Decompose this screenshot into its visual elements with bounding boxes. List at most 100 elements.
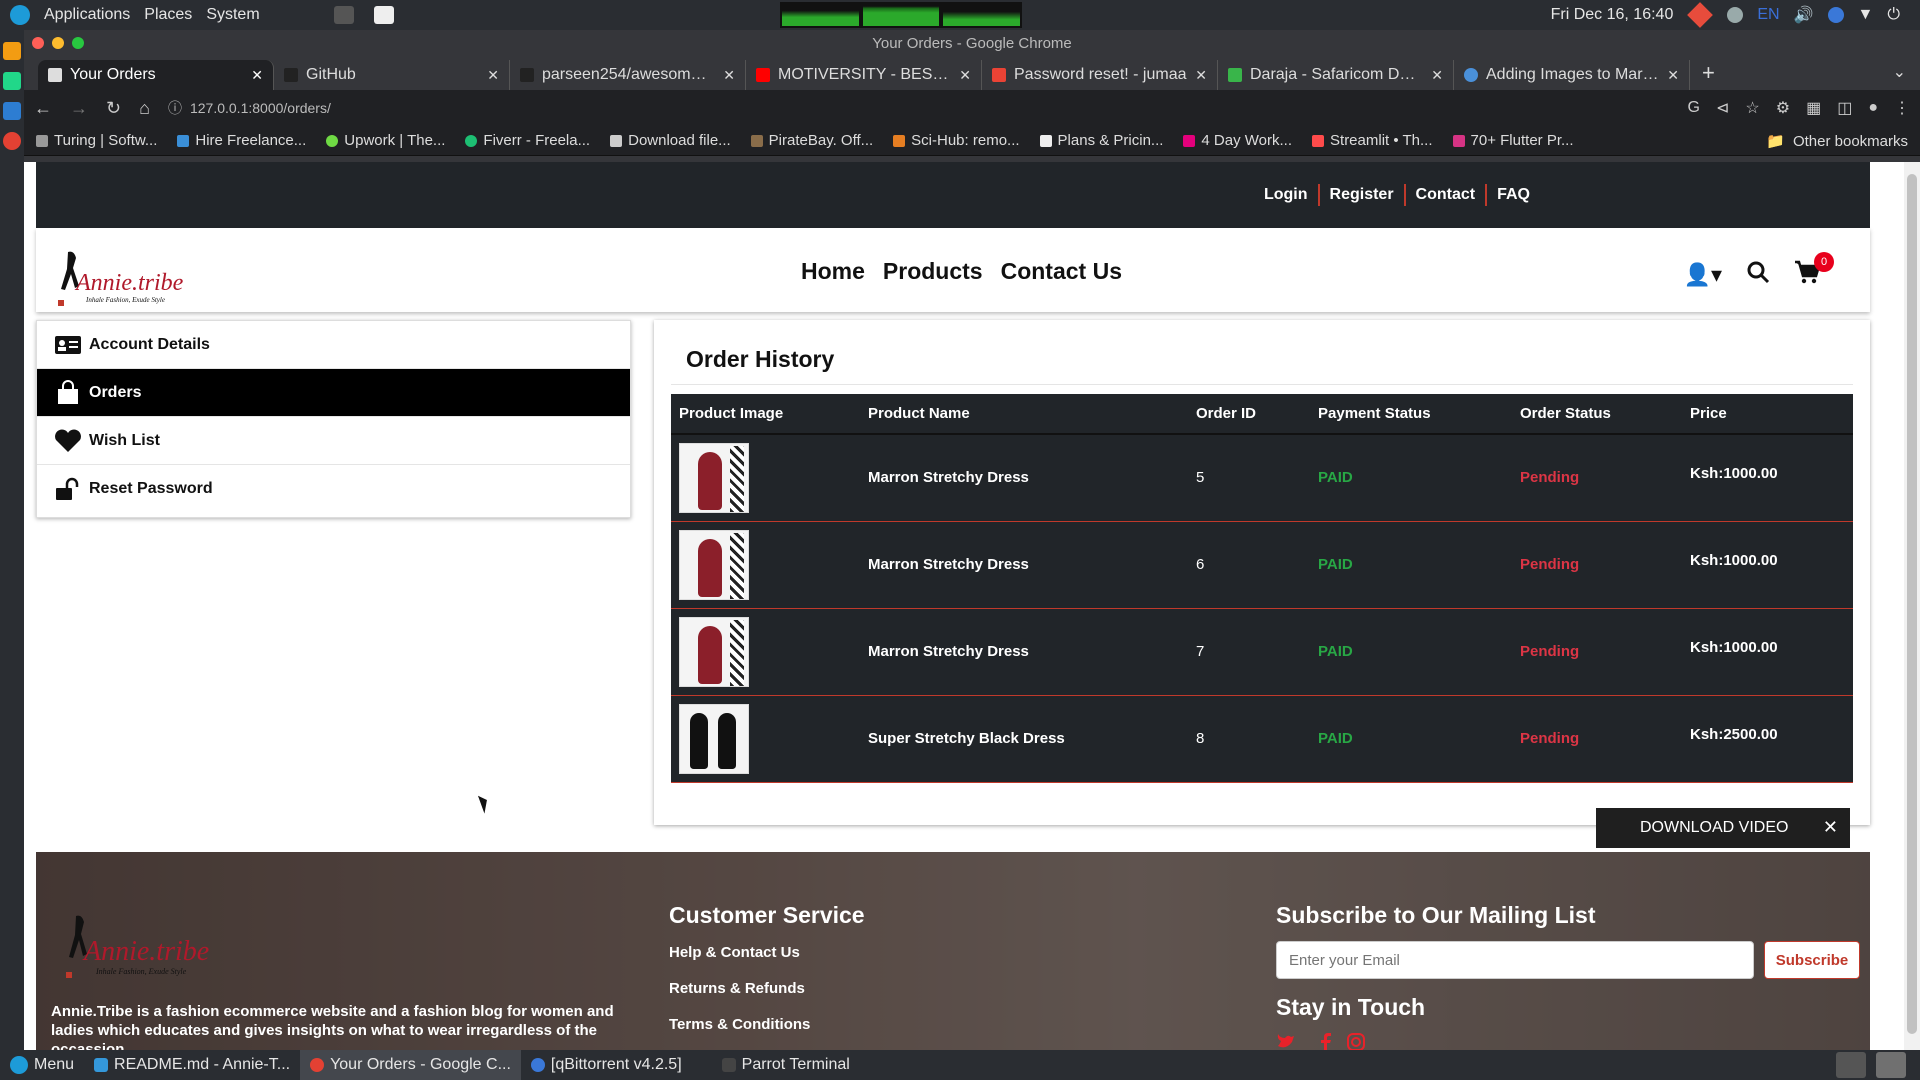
close-tab-icon[interactable]: ✕	[1431, 67, 1443, 84]
close-icon[interactable]: ✕	[1823, 817, 1838, 838]
google-lens-icon[interactable]: G	[1688, 99, 1700, 117]
taskbar-vscode[interactable]: README.md - Annie-T...	[84, 1050, 300, 1080]
faq-link[interactable]: FAQ	[1487, 184, 1540, 206]
bookmark-piratebay[interactable]: PirateBay. Off...	[750, 132, 873, 149]
bookmark-fiverr[interactable]: Fiverr - Freela...	[465, 132, 590, 149]
download-video-label[interactable]: DOWNLOAD VIDEO	[1640, 819, 1788, 837]
bookmark-turing[interactable]: Turing | Softw...	[36, 132, 157, 149]
product-thumbnail[interactable]	[679, 703, 749, 774]
contact-link[interactable]: Contact	[1406, 184, 1488, 206]
search-icon[interactable]	[1746, 260, 1770, 289]
tab-motiversity[interactable]: MOTIVERSITY - BEST C ✕	[746, 60, 982, 90]
new-tab-button[interactable]: +	[1690, 60, 1727, 90]
reload-icon[interactable]: ↻	[106, 98, 121, 119]
anydesk-tray-icon[interactable]	[1687, 2, 1714, 28]
sublime-dock-icon[interactable]	[3, 42, 21, 60]
chrome-dock-icon[interactable]	[3, 132, 21, 150]
tab-your-orders[interactable]: Your Orders ✕	[38, 60, 274, 90]
volume-icon[interactable]: 🔊	[1794, 5, 1814, 25]
os-menu-places[interactable]: Places	[144, 6, 192, 24]
text-editor-launcher-icon[interactable]	[373, 6, 394, 24]
subscribe-button[interactable]: Subscribe	[1764, 941, 1860, 979]
close-tab-icon[interactable]: ✕	[487, 67, 499, 84]
bookmark-hire-freelance[interactable]: Hire Freelance...	[177, 132, 306, 149]
page-scrollbar[interactable]	[1904, 162, 1920, 1050]
bookmark-download-file[interactable]: Download file...	[610, 132, 731, 149]
forward-icon[interactable]: →	[70, 98, 88, 119]
twitter-icon[interactable]	[1276, 1032, 1296, 1050]
wifi-icon[interactable]: ▼	[1858, 6, 1874, 24]
taskbar-qbittorrent[interactable]: [qBittorrent v4.2.5]	[521, 1050, 692, 1080]
bluetooth-icon[interactable]	[1727, 7, 1744, 23]
terms-conditions-link[interactable]: Terms & Conditions	[669, 1016, 810, 1033]
sidebar-item-wish-list[interactable]: Wish List	[37, 417, 630, 465]
bookmark-star-icon[interactable]: ☆	[1745, 98, 1759, 118]
close-tab-icon[interactable]: ✕	[1667, 67, 1679, 84]
login-link[interactable]: Login	[1254, 184, 1320, 206]
workspace-1-icon[interactable]	[1836, 1052, 1866, 1078]
tab-github[interactable]: GitHub ✕	[274, 60, 510, 90]
nav-contact-us[interactable]: Contact Us	[1001, 258, 1122, 285]
tab-parseen[interactable]: parseen254/awesome-ru ✕	[510, 60, 746, 90]
register-link[interactable]: Register	[1320, 184, 1406, 206]
email-subscribe-input[interactable]	[1276, 941, 1754, 979]
close-tab-icon[interactable]: ✕	[723, 67, 735, 84]
address-bar[interactable]: ⓘ 127.0.0.1:8000/orders/	[167, 94, 1670, 122]
os-clock[interactable]: Fri Dec 16, 16:40	[1551, 6, 1674, 24]
annie-tribe-logo[interactable]: Annie.tribe Inhale Fashion, Exude Style	[54, 248, 194, 308]
home-icon[interactable]: ⌂	[139, 98, 150, 119]
bookmark-scihub[interactable]: Sci-Hub: remo...	[893, 132, 1020, 149]
site-info-icon[interactable]: ⓘ	[168, 98, 182, 118]
side-panel-icon[interactable]: ◫	[1837, 98, 1852, 118]
tab-password-reset[interactable]: Password reset! - jumaa ✕	[982, 60, 1218, 90]
taskbar-menu[interactable]: Menu	[0, 1050, 84, 1080]
product-thumbnail[interactable]	[679, 442, 749, 513]
extensions-puzzle-icon[interactable]: ▦	[1806, 98, 1821, 118]
facebook-icon[interactable]	[1316, 1032, 1336, 1050]
close-window-button[interactable]	[32, 37, 44, 49]
power-icon[interactable]: ⏻	[1887, 6, 1900, 24]
os-menu-system[interactable]: System	[206, 6, 259, 24]
bookmark-plans-pricing[interactable]: Plans & Pricin...	[1039, 132, 1163, 149]
nav-products[interactable]: Products	[883, 258, 983, 285]
cart-icon[interactable]: 0	[1794, 252, 1834, 289]
sidebar-item-account-details[interactable]: Account Details	[37, 321, 630, 369]
keyboard-layout[interactable]: EN	[1757, 6, 1779, 24]
qbittorrent-tray-icon[interactable]	[1827, 7, 1844, 23]
sidebar-item-orders[interactable]: Orders	[37, 369, 630, 417]
tab-search-chevron-icon[interactable]: ⌄	[1893, 62, 1906, 82]
profile-avatar-icon[interactable]: ●	[1868, 99, 1878, 117]
footer-logo[interactable]: Annie.tribe Inhale Fashion, Exude Style	[60, 912, 220, 982]
other-bookmarks[interactable]: 📁 Other bookmarks	[1766, 132, 1908, 151]
nav-home[interactable]: Home	[801, 258, 865, 285]
tab-daraja[interactable]: Daraja - Safaricom Deve ✕	[1218, 60, 1454, 90]
close-tab-icon[interactable]: ✕	[959, 67, 971, 84]
bookmark-streamlit[interactable]: Streamlit • Th...	[1312, 132, 1433, 149]
help-contact-link[interactable]: Help & Contact Us	[669, 944, 800, 961]
maximize-window-button[interactable]	[72, 37, 84, 49]
tab-adding-images[interactable]: Adding Images to Markd ✕	[1454, 60, 1690, 90]
download-video-popup[interactable]: DOWNLOAD VIDEO ✕	[1596, 808, 1850, 848]
product-thumbnail[interactable]	[679, 529, 749, 600]
close-tab-icon[interactable]: ✕	[1195, 67, 1207, 84]
scrollbar-thumb[interactable]	[1907, 174, 1917, 1034]
bookmark-4-day-work[interactable]: 4 Day Work...	[1183, 132, 1292, 149]
url-text[interactable]: 127.0.0.1:8000/orders/	[190, 100, 331, 116]
terminal-launcher-icon[interactable]	[333, 6, 354, 24]
instagram-icon[interactable]	[1346, 1032, 1366, 1050]
close-tab-icon[interactable]: ✕	[251, 67, 263, 84]
returns-refunds-link[interactable]: Returns & Refunds	[669, 980, 805, 997]
extension-icon[interactable]: ⚙	[1776, 98, 1790, 118]
product-thumbnail[interactable]	[679, 616, 749, 687]
sidebar-item-reset-password[interactable]: Reset Password	[37, 465, 630, 513]
minimize-window-button[interactable]	[52, 37, 64, 49]
back-icon[interactable]: ←	[34, 98, 52, 119]
taskbar-terminal[interactable]: Parrot Terminal	[712, 1050, 860, 1080]
pycharm-dock-icon[interactable]	[3, 72, 21, 90]
share-icon[interactable]: ⊲	[1716, 98, 1729, 118]
bookmark-flutter[interactable]: 70+ Flutter Pr...	[1452, 132, 1574, 149]
bookmark-upwork[interactable]: Upwork | The...	[326, 132, 445, 149]
chrome-menu-icon[interactable]: ⋮	[1894, 98, 1910, 118]
workspace-2-icon[interactable]	[1876, 1052, 1906, 1078]
os-menu-applications[interactable]: Applications	[44, 6, 130, 24]
